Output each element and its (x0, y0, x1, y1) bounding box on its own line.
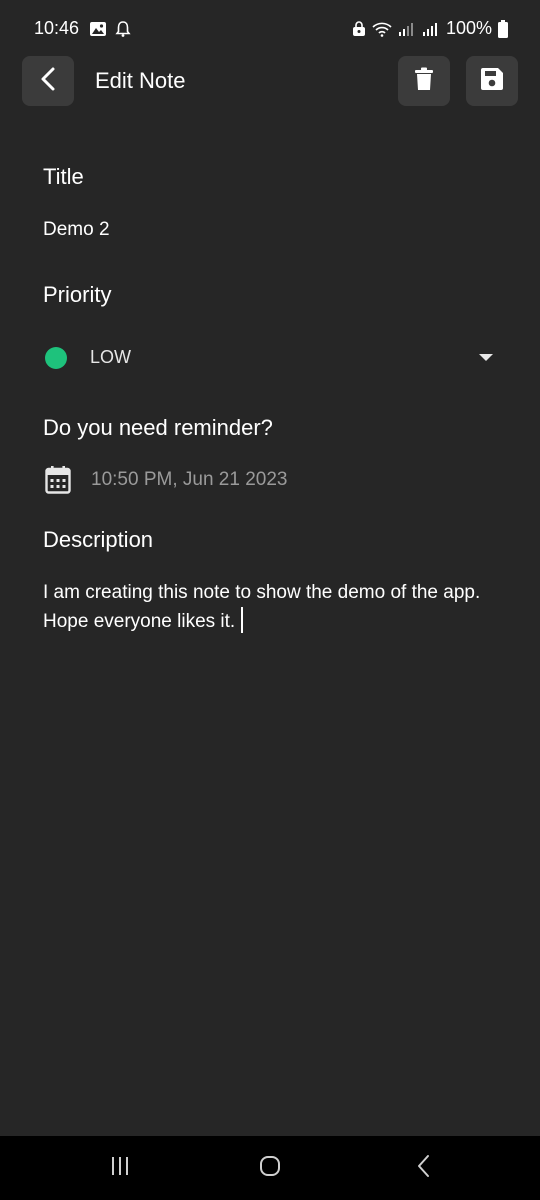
signal-sim2-icon (422, 21, 440, 37)
status-right-group: 100% (352, 18, 508, 39)
signal-sim1-icon (398, 21, 416, 37)
home-button[interactable] (250, 1154, 290, 1182)
description-input[interactable]: I am creating this note to show the demo… (43, 578, 503, 636)
back-icon (414, 1154, 434, 1183)
priority-label: Priority (43, 282, 112, 307)
description-text: I am creating this note to show the demo… (43, 582, 481, 632)
dropdown-arrow-icon (479, 354, 493, 361)
back-button[interactable] (22, 56, 74, 106)
reminder-date-picker[interactable]: 10:50 PM, Jun 21 2023 (43, 462, 503, 502)
priority-selected-value: LOW (90, 347, 132, 367)
save-button[interactable] (466, 56, 518, 106)
delete-button[interactable] (398, 56, 450, 106)
description-label: Description (43, 527, 154, 552)
battery-icon (498, 19, 508, 38)
battery-percent: 100% (445, 18, 492, 38)
floppy-disk-icon (480, 67, 504, 96)
status-left-icons (89, 20, 131, 38)
priority-color-indicator (45, 347, 67, 369)
reminder-value: 10:50 PM, Jun 21 2023 (91, 469, 288, 490)
gallery-notification-icon (89, 20, 107, 38)
page-title: Edit Note (95, 68, 186, 93)
reminder-label: Do you need reminder? (43, 415, 273, 440)
recent-apps-button[interactable] (100, 1154, 140, 1182)
trash-icon (414, 67, 434, 96)
text-cursor (241, 607, 244, 633)
chevron-left-icon (38, 66, 58, 97)
navigation-bar (0, 1136, 540, 1200)
vpn-lock-icon (352, 20, 366, 37)
wifi-icon (372, 21, 392, 37)
priority-dropdown[interactable]: LOW (43, 340, 503, 376)
nav-back-button[interactable] (404, 1154, 444, 1182)
title-input[interactable]: Demo 2 (43, 219, 110, 241)
title-label: Title (43, 164, 84, 189)
home-icon (258, 1154, 282, 1183)
recent-apps-icon (109, 1155, 131, 1182)
bell-notification-icon (115, 20, 131, 38)
status-time: 10:46 (34, 18, 80, 38)
calendar-icon (45, 466, 71, 499)
status-bar: 10:46 100% (0, 0, 540, 60)
